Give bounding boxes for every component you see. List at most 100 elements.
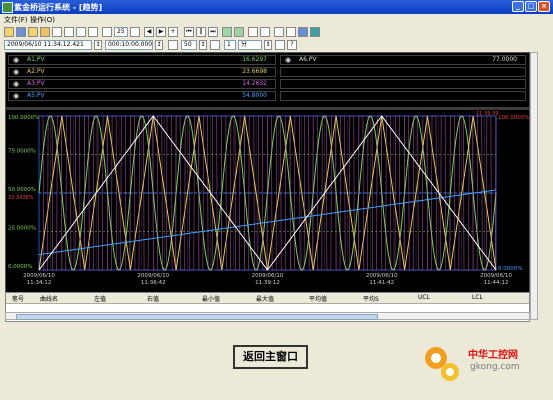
- legend-name: A1.PV: [27, 56, 45, 63]
- legend-row-a6[interactable]: ◉ A6.PV 77.0000: [280, 55, 526, 65]
- chart-icon[interactable]: [286, 27, 296, 37]
- legend-row-a3[interactable]: ◉ A3.PV 14.2632: [8, 79, 276, 89]
- return-main-button[interactable]: 返回主窗口: [233, 345, 308, 369]
- x-tick-date: 2009/06/10: [366, 273, 398, 279]
- legend-row-empty: [280, 79, 526, 89]
- legend-value: 77.0000: [492, 56, 517, 63]
- x-tick-date: 2009/06/10: [23, 273, 55, 279]
- col-left[interactable]: 左值: [94, 294, 106, 303]
- menu-bar: 文件(F) 操作(O): [0, 14, 553, 25]
- x-tick-date: 2009/06/10: [137, 273, 169, 279]
- legend-row-empty: [280, 91, 526, 101]
- realtime-icon[interactable]: [234, 27, 244, 37]
- col-pen[interactable]: 笔号: [12, 294, 24, 303]
- print-icon[interactable]: [52, 27, 62, 37]
- x-tick-time: 11:36:42: [141, 280, 166, 286]
- col-avgs[interactable]: 平均S: [363, 294, 379, 303]
- minimize-button[interactable]: _: [512, 1, 524, 12]
- start-time-field[interactable]: 2009/06/10 11:34:12.421: [4, 40, 92, 50]
- zoom-in-icon[interactable]: +: [168, 27, 178, 37]
- eye-icon[interactable]: ◉: [282, 56, 294, 64]
- duration-field[interactable]: 000:10:00.000: [105, 40, 153, 50]
- trend-panel: ◉ A1.PV 16.6297 ◉ A2.PV 23.6698 ◉ A3.PV …: [5, 52, 530, 318]
- legend-row-a2[interactable]: ◉ A2.PV 23.6698: [8, 67, 276, 77]
- col-ucl[interactable]: UCL: [418, 294, 430, 301]
- gear-icon: [425, 347, 459, 381]
- measure-icon[interactable]: [260, 27, 270, 37]
- col-right[interactable]: 右值: [147, 294, 159, 303]
- close-button[interactable]: ×: [538, 1, 550, 12]
- help-icon[interactable]: ?: [287, 40, 297, 50]
- y-tick-label: 0.0000%: [8, 264, 32, 270]
- zoom-icon[interactable]: [102, 27, 112, 37]
- line-icon[interactable]: [274, 27, 284, 37]
- eye-icon[interactable]: ◉: [10, 80, 22, 88]
- settings-icon[interactable]: [76, 27, 86, 37]
- col-avg[interactable]: 平均值: [309, 294, 327, 303]
- grid-icon[interactable]: [88, 27, 98, 37]
- legend-name: A3.PV: [27, 80, 45, 87]
- eye-icon[interactable]: ◉: [10, 68, 22, 76]
- export-icon[interactable]: [40, 27, 50, 37]
- legend-panel: ◉ A1.PV 16.6297 ◉ A2.PV 23.6698 ◉ A3.PV …: [6, 53, 529, 107]
- menu-file[interactable]: 文件(F): [4, 15, 28, 25]
- toolbar-main: 25 ◀ ▶ + ⏮ ‖ ⏭: [0, 26, 553, 39]
- watermark-text: 中华工控网: [468, 350, 518, 361]
- pan-right-icon[interactable]: ▶: [156, 27, 166, 37]
- legend-value: 16.6297: [242, 56, 267, 63]
- spin-unit-icon[interactable]: ↕: [264, 40, 272, 50]
- trend-chart[interactable]: 100.0000% 75.0000% 50.0000% 25.0000% 0.0000%…: [6, 110, 529, 291]
- window-title: 紫金桥运行系统 - [趋势]: [14, 3, 103, 12]
- x-tick-time: 11:34:12: [27, 280, 52, 286]
- col-lcl[interactable]: LCL: [472, 294, 483, 301]
- col-max[interactable]: 最大值: [256, 294, 274, 303]
- legend-row-a1[interactable]: ◉ A1.PV 16.6297: [8, 55, 276, 65]
- filter-icon[interactable]: [275, 40, 285, 50]
- interval-field[interactable]: 25: [114, 27, 128, 37]
- app-icon: [2, 2, 13, 13]
- menu-operate[interactable]: 操作(O): [30, 15, 55, 25]
- table-icon[interactable]: [298, 27, 308, 37]
- legend-name: A2.PV: [27, 68, 45, 75]
- spin-start-icon[interactable]: ↕: [94, 40, 102, 50]
- legend-row-empty: [280, 67, 526, 77]
- stats-header: 笔号 曲线名 左值 右值 最小值 最大值 平均值 平均S UCL LCL: [6, 293, 529, 304]
- legend-row-a5[interactable]: ◉ A5.PV 54.8000: [8, 91, 276, 101]
- save-icon[interactable]: [16, 27, 26, 37]
- watermark-url: gkong.com: [470, 362, 520, 372]
- count-field[interactable]: 1: [224, 40, 236, 50]
- scroll-thumb[interactable]: [16, 314, 378, 320]
- legend-value: 23.6698: [242, 68, 267, 75]
- folder-icon[interactable]: [28, 27, 38, 37]
- cursor-icon[interactable]: [248, 27, 258, 37]
- open-icon[interactable]: [4, 27, 14, 37]
- rate-field[interactable]: 50: [181, 40, 197, 50]
- spin-rate-icon[interactable]: ↕: [199, 40, 207, 50]
- spin-icon[interactable]: [130, 27, 140, 37]
- x-tick-date: 2009/06/10: [252, 273, 284, 279]
- vertical-scrollbar[interactable]: [530, 52, 538, 320]
- maximize-button[interactable]: □: [525, 1, 537, 12]
- spin-duration-icon[interactable]: ↕: [155, 40, 163, 50]
- cursor-value-label: 33.3438%: [8, 195, 34, 201]
- step-icon[interactable]: [210, 40, 220, 50]
- x-tick-time: 11:39:12: [255, 280, 280, 286]
- pan-left-icon[interactable]: ◀: [144, 27, 154, 37]
- pause-icon[interactable]: ‖: [196, 27, 206, 37]
- right-top-label: 100.0000%: [498, 115, 529, 121]
- x-tick-date: 2009/06/10: [480, 273, 512, 279]
- eye-icon[interactable]: ◉: [10, 56, 22, 64]
- col-min[interactable]: 最小值: [202, 294, 220, 303]
- eye-icon[interactable]: ◉: [10, 92, 22, 100]
- legend-name: A5.PV: [27, 92, 45, 99]
- color-icon[interactable]: [310, 27, 320, 37]
- watermark-logo: 中华工控网 gkong.com: [420, 338, 545, 388]
- unit-select[interactable]: 分: [238, 40, 262, 50]
- first-icon[interactable]: ⏮: [184, 27, 194, 37]
- last-icon[interactable]: ⏭: [208, 27, 218, 37]
- preview-icon[interactable]: [64, 27, 74, 37]
- speed-icon[interactable]: [168, 40, 178, 50]
- refresh-icon[interactable]: [222, 27, 232, 37]
- col-curve[interactable]: 曲线名: [40, 294, 58, 303]
- horizontal-scrollbar[interactable]: [5, 312, 530, 320]
